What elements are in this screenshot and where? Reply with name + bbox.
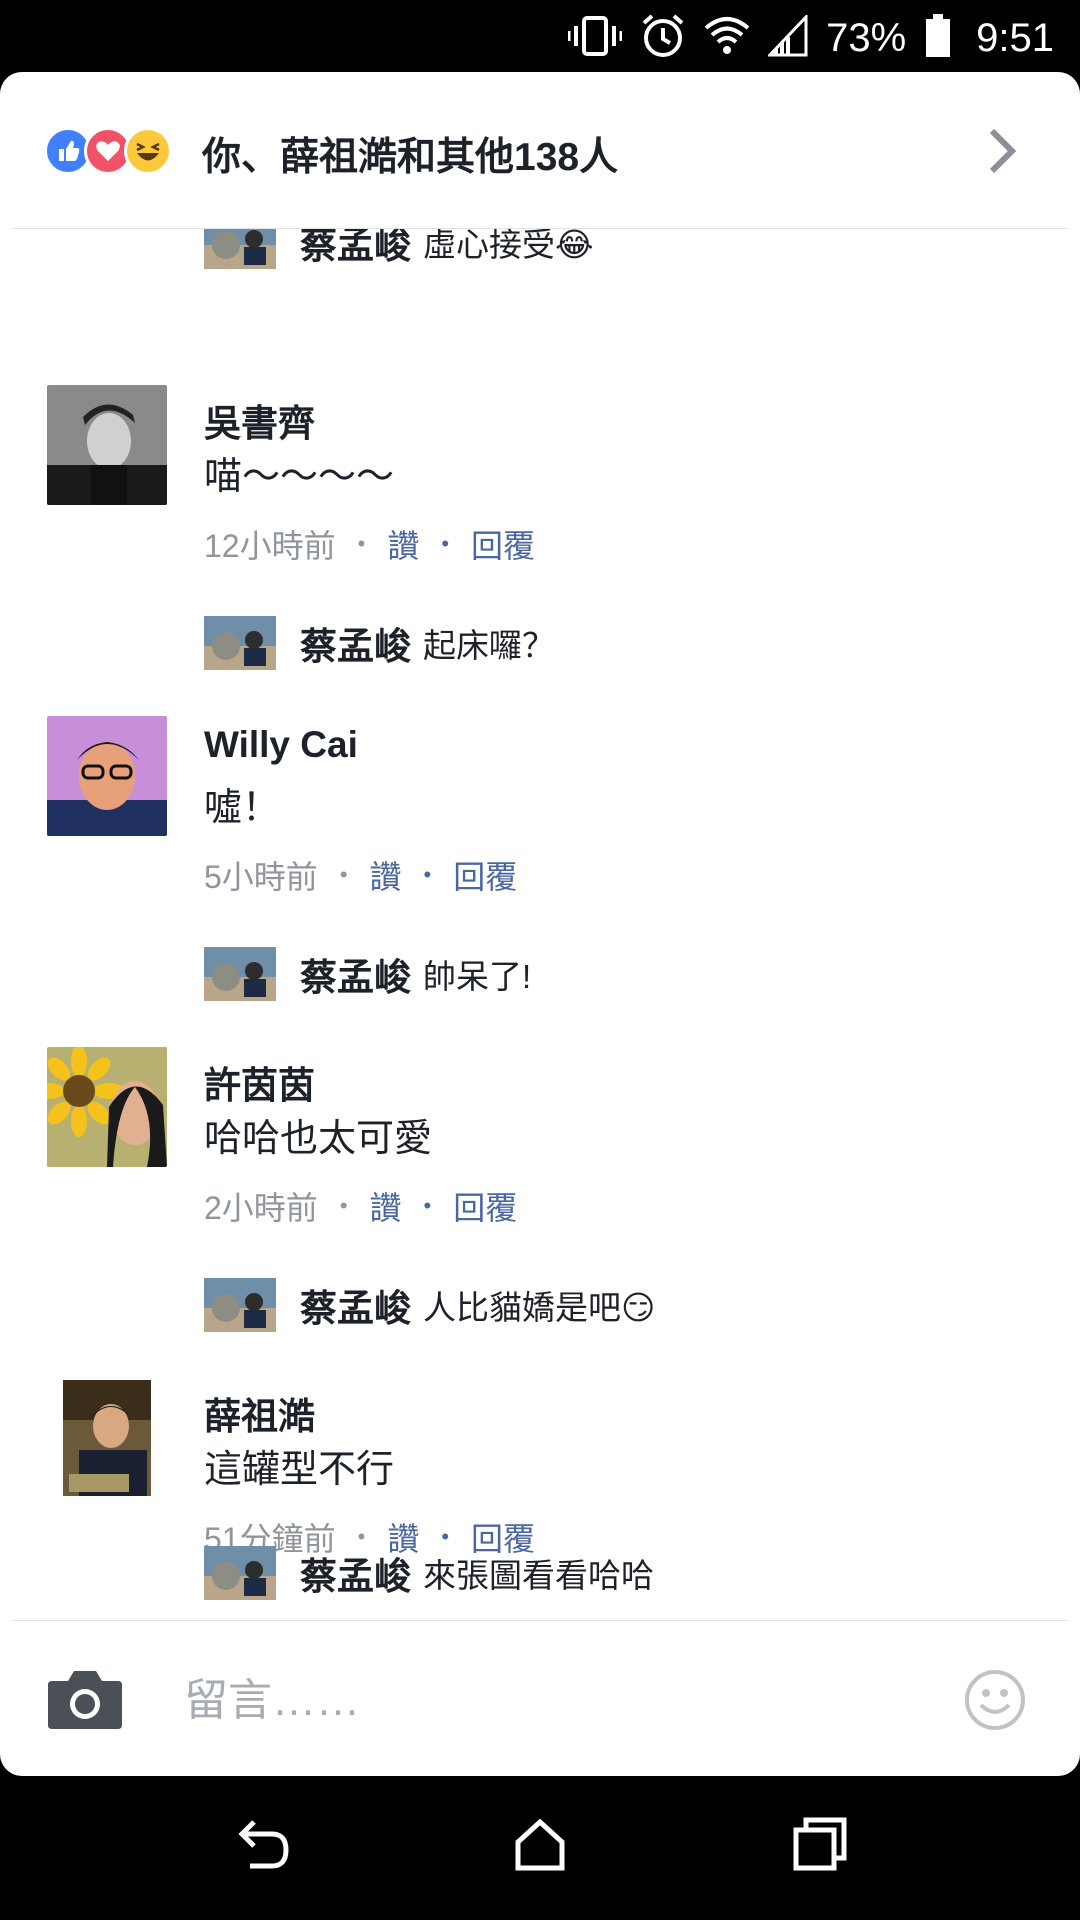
comment-author[interactable]: 吳書齊 bbox=[204, 393, 315, 447]
reaction-icons bbox=[44, 127, 194, 177]
haha-reaction-icon bbox=[124, 127, 172, 175]
comment-time: 5小時前 bbox=[204, 859, 318, 895]
comment-meta: 12小時前 • 讚 • 回覆 bbox=[204, 521, 535, 567]
navigation-bar bbox=[0, 1776, 1080, 1920]
comment-text: 這罐型不行 bbox=[204, 1449, 395, 1491]
like-button[interactable]: 讚 bbox=[387, 521, 419, 567]
reactions-summary-text: 你、薛祖澔和其他138人 bbox=[202, 136, 619, 179]
home-icon[interactable] bbox=[510, 1814, 570, 1879]
comment-text: 噓！ bbox=[204, 787, 281, 829]
like-button[interactable]: 讚 bbox=[370, 1183, 402, 1229]
battery-icon bbox=[924, 13, 952, 64]
comment-time: 12小時前 bbox=[204, 528, 336, 564]
comment-meta: 2小時前 • 讚 • 回覆 bbox=[204, 1183, 517, 1229]
reply-author[interactable]: 蔡孟峻 bbox=[300, 229, 411, 269]
reply-text: 人比貓嬌是吧😏 bbox=[423, 1289, 656, 1326]
reply-item: 蔡孟峻 虛心接受😂 bbox=[204, 229, 594, 269]
status-icons: 73% 9:51 bbox=[567, 0, 1054, 76]
battery-percent: 73% bbox=[826, 15, 907, 60]
camera-icon[interactable] bbox=[46, 1669, 124, 1736]
reply-author[interactable]: 蔡孟峻 bbox=[300, 1278, 411, 1332]
reply-text: 虛心接受😂 bbox=[423, 229, 594, 263]
avatar[interactable] bbox=[47, 1047, 167, 1167]
clock: 9:51 bbox=[976, 15, 1054, 60]
alarm-icon bbox=[640, 13, 686, 64]
avatar[interactable] bbox=[47, 385, 167, 505]
comment-input[interactable] bbox=[182, 1665, 926, 1737]
reply-item: 蔡孟峻 起床囉？ bbox=[204, 616, 555, 670]
reply-item: 蔡孟峻 帥呆了! bbox=[204, 947, 531, 1001]
vibrate-icon bbox=[567, 14, 623, 63]
avatar[interactable] bbox=[204, 616, 276, 670]
comment-meta: 5小時前 • 讚 • 回覆 bbox=[204, 852, 517, 898]
reply-item: 蔡孟峻 人比貓嬌是吧😏 bbox=[204, 1278, 655, 1332]
comments-sheet: 你、薛祖澔和其他138人 蔡孟峻 虛心接受😂 吳書齊 喵～～～～ 12小時前 •… bbox=[0, 72, 1080, 1776]
reply-text: 來張圖看看哈哈 bbox=[423, 1557, 654, 1594]
avatar[interactable] bbox=[204, 1546, 276, 1600]
signal-icon bbox=[766, 12, 808, 62]
comment-author[interactable]: 薛祖澔 bbox=[204, 1386, 315, 1440]
smiley-icon[interactable] bbox=[964, 1669, 1026, 1736]
reply-author[interactable]: 蔡孟峻 bbox=[300, 947, 411, 1001]
reply-button[interactable]: 回覆 bbox=[453, 1183, 517, 1229]
avatar[interactable] bbox=[204, 947, 276, 1001]
reactions-summary-bar[interactable]: 你、薛祖澔和其他138人 bbox=[0, 72, 1080, 228]
avatar[interactable] bbox=[47, 1378, 167, 1498]
status-bar: 73% 9:51 bbox=[0, 0, 1080, 76]
back-icon[interactable] bbox=[232, 1814, 292, 1879]
comment-author[interactable]: Willy Cai bbox=[204, 724, 358, 766]
reply-author[interactable]: 蔡孟峻 bbox=[300, 1546, 411, 1600]
comment-composer bbox=[0, 1621, 1080, 1776]
reply-author[interactable]: 蔡孟峻 bbox=[300, 616, 411, 670]
avatar[interactable] bbox=[204, 229, 276, 269]
like-button[interactable]: 讚 bbox=[370, 852, 402, 898]
reply-text: 帥呆了! bbox=[423, 958, 532, 995]
comment-time: 2小時前 bbox=[204, 1190, 318, 1226]
comment-text: 哈哈也太可愛 bbox=[204, 1118, 433, 1160]
comment-text: 喵～～～～ bbox=[204, 456, 395, 498]
recents-icon[interactable] bbox=[790, 1814, 850, 1879]
wifi-icon bbox=[704, 14, 750, 63]
reply-text: 起床囉？ bbox=[423, 627, 555, 664]
reply-item: 蔡孟峻 來張圖看看哈哈 bbox=[204, 1546, 654, 1600]
comment-author[interactable]: 許茵茵 bbox=[204, 1055, 315, 1109]
reply-button[interactable]: 回覆 bbox=[453, 852, 517, 898]
avatar[interactable] bbox=[47, 716, 167, 836]
comment-list[interactable]: 蔡孟峻 虛心接受😂 吳書齊 喵～～～～ 12小時前 • 讚 • 回覆 蔡孟峻 起… bbox=[0, 229, 1080, 1621]
reply-button[interactable]: 回覆 bbox=[471, 521, 535, 567]
avatar[interactable] bbox=[204, 1278, 276, 1332]
chevron-right-icon[interactable] bbox=[985, 126, 1019, 181]
